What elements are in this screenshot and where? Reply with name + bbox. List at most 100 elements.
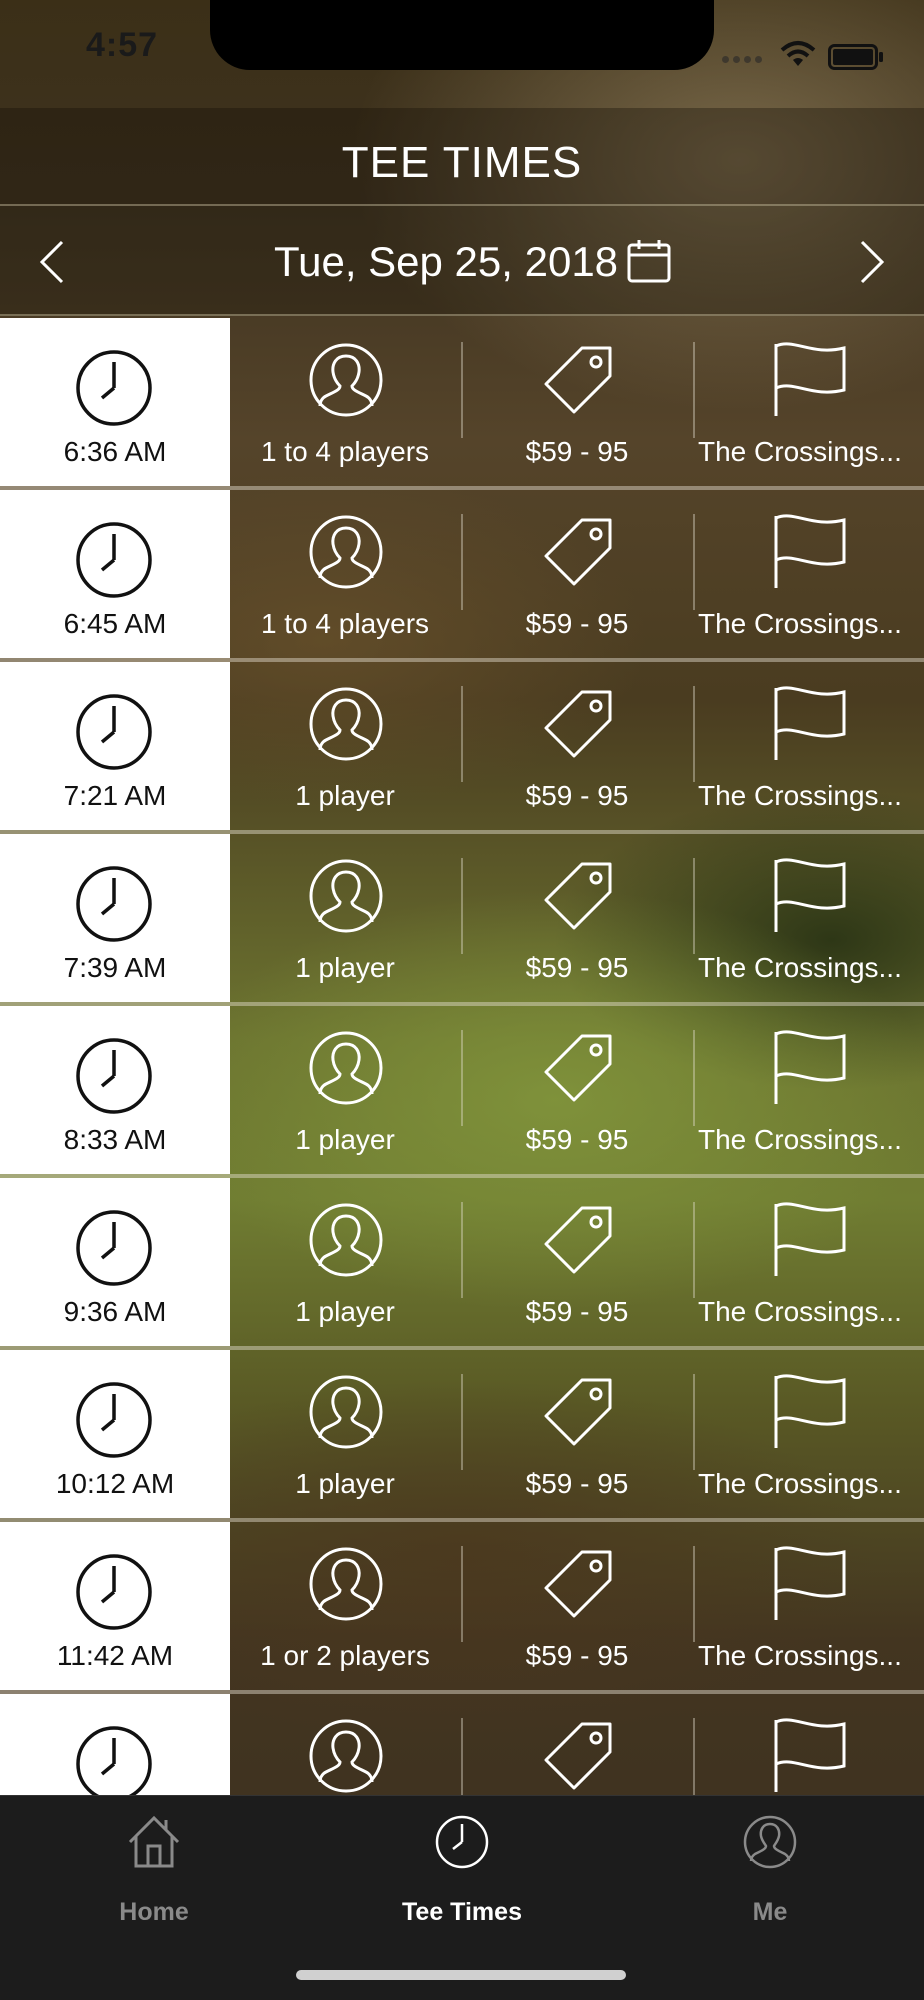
tee-time: 9:36 AM [63, 1296, 167, 1327]
chevron-left-icon[interactable] [38, 240, 66, 284]
price-label: $59 - 95 [525, 1296, 629, 1327]
flag-icon [774, 1030, 846, 1104]
tab-tee-times-label: Tee Times [402, 1898, 522, 1926]
nav-header: TEE TIMES [0, 108, 924, 206]
clock-icon [76, 1382, 152, 1458]
tee-time: 11:42 AM [56, 1640, 174, 1671]
status-bar: 4:57 [0, 0, 924, 108]
clock-icon [76, 522, 152, 598]
price-cell: $59 - 95 [462, 1522, 692, 1690]
price-cell: $59 - 95 [462, 1350, 692, 1518]
course-label: The Crossings... [698, 608, 902, 639]
flag-icon [774, 1202, 846, 1276]
players-label: 1 or 2 players [260, 1640, 430, 1671]
tab-tee-times[interactable]: Tee Times [308, 1796, 616, 1946]
battery-icon [828, 44, 883, 70]
course-cell: The Crossings... [694, 1350, 924, 1518]
tab-home[interactable]: Home [0, 1796, 308, 1946]
course-label: The Crossings... [698, 436, 902, 467]
flag-icon [774, 1718, 846, 1792]
price-label: $59 - 95 [525, 1640, 629, 1671]
clock-icon [76, 1038, 152, 1114]
tee-time-row[interactable]: 11:42 AM 1 or 2 players $59 - 95 The Cro… [0, 1522, 924, 1694]
players-cell: 1 player [230, 1350, 460, 1518]
tee-time-row[interactable]: 10:12 AM 1 player $59 - 95 The Crossings… [0, 1350, 924, 1522]
clock-icon [76, 866, 152, 942]
players-label: 1 to 4 players [260, 436, 430, 467]
person-icon [309, 859, 383, 933]
course-cell: The Crossings... [694, 490, 924, 658]
person-icon [309, 515, 383, 589]
price-tag-icon [544, 1206, 612, 1274]
calendar-icon[interactable] [626, 238, 672, 284]
flag-icon [774, 514, 846, 588]
tab-home-label: Home [119, 1898, 189, 1926]
time-cell: 9:36 AM [0, 1178, 230, 1346]
flag-icon [774, 1374, 846, 1448]
players-cell: 1 player [230, 1006, 460, 1174]
tee-time-row[interactable]: 7:21 AM 1 player $59 - 95 The Crossings.… [0, 662, 924, 834]
person-icon [309, 1375, 383, 1449]
tee-time-row[interactable]: 6:45 AM 1 to 4 players $59 - 95 The Cros… [0, 490, 924, 662]
person-icon [309, 1719, 383, 1793]
price-cell: $59 - 95 [462, 490, 692, 658]
price-label: $59 - 95 [525, 436, 629, 467]
tee-time-row[interactable]: 6:36 AM 1 to 4 players $59 - 95 The Cros… [0, 318, 924, 490]
home-indicator[interactable] [296, 1970, 626, 1980]
price-tag-icon [544, 346, 612, 414]
players-cell: 1 player [230, 1178, 460, 1346]
players-cell: 1 to 4 players [230, 490, 460, 658]
tee-time-row[interactable]: 7:39 AM 1 player $59 - 95 The Crossings.… [0, 834, 924, 1006]
tee-time: 10:12 AM [55, 1468, 175, 1499]
person-icon [309, 1547, 383, 1621]
course-label: The Crossings... [698, 1640, 902, 1671]
tee-time: 8:33 AM [63, 1124, 167, 1155]
selected-date[interactable]: Tue, Sep 25, 2018 [274, 238, 618, 286]
price-cell: $59 - 95 [462, 662, 692, 830]
players-cell: 1 player [230, 662, 460, 830]
tab-me[interactable]: Me [616, 1796, 924, 1946]
course-label: The Crossings... [698, 1296, 902, 1327]
clock-icon [76, 1210, 152, 1286]
home-icon [128, 1815, 180, 1868]
person-icon [743, 1815, 797, 1869]
person-icon [309, 687, 383, 761]
price-tag-icon [544, 1550, 612, 1618]
price-tag-icon [544, 518, 612, 586]
price-label: $59 - 95 [525, 952, 629, 983]
price-cell: $59 - 95 [462, 1178, 692, 1346]
flag-icon [774, 342, 846, 416]
time-cell: 6:36 AM [0, 318, 230, 486]
page-title: TEE TIMES [341, 138, 583, 187]
tee-time: 7:39 AM [63, 952, 167, 983]
clock-icon [76, 350, 152, 426]
players-label: 1 player [295, 952, 395, 983]
time-cell: 7:39 AM [0, 834, 230, 1002]
price-label: $59 - 95 [525, 1468, 629, 1499]
flag-icon [774, 858, 846, 932]
price-cell: $59 - 95 [462, 834, 692, 1002]
price-label: $59 - 95 [525, 780, 629, 811]
status-time: 4:57 [86, 26, 159, 64]
tee-time-row[interactable]: 8:33 AM 1 player $59 - 95 The Crossings.… [0, 1006, 924, 1178]
chevron-right-icon[interactable] [858, 240, 886, 284]
tee-time-row[interactable]: 9:36 AM 1 player $59 - 95 The Crossings.… [0, 1178, 924, 1350]
clock-icon [76, 1726, 152, 1802]
clock-icon [435, 1815, 489, 1869]
course-cell: The Crossings... [694, 1006, 924, 1174]
price-tag-icon [544, 862, 612, 930]
time-cell: 8:33 AM [0, 1006, 230, 1174]
course-cell: The Crossings... [694, 318, 924, 486]
notch [210, 0, 714, 70]
person-icon [309, 343, 383, 417]
course-cell: The Crossings... [694, 662, 924, 830]
clock-icon [76, 1554, 152, 1630]
date-selector: Tue, Sep 25, 2018 [0, 206, 924, 316]
players-label: 1 player [295, 1124, 395, 1155]
flag-icon [774, 686, 846, 760]
course-label: The Crossings... [698, 952, 902, 983]
course-cell: The Crossings... [694, 834, 924, 1002]
price-cell: $59 - 95 [462, 318, 692, 486]
screen: 4:57 TEE TIMES Tue, Sep 25, 2018 6:36 AM… [0, 0, 924, 2000]
time-cell: 7:21 AM [0, 662, 230, 830]
